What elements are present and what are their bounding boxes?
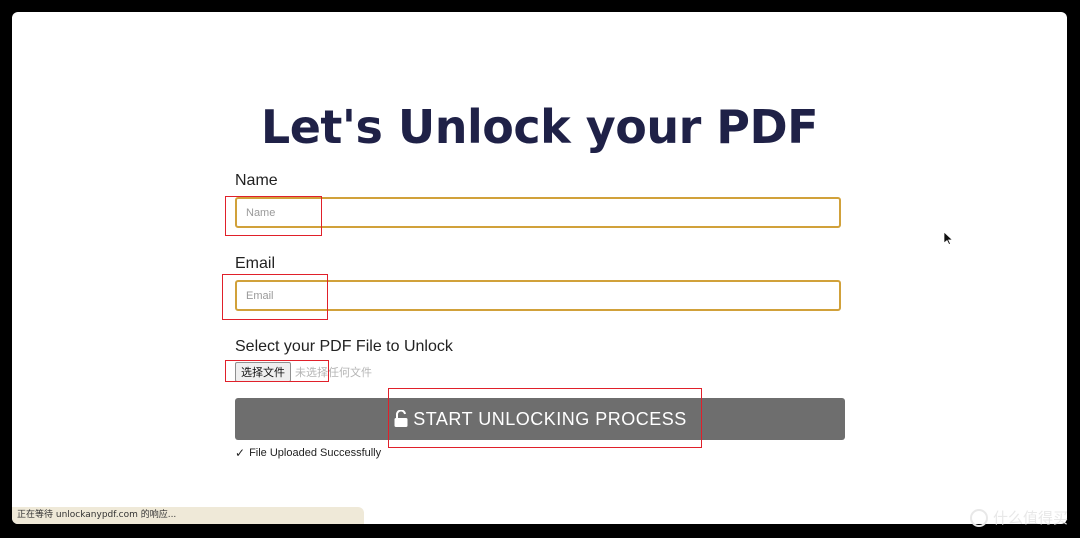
watermark-logo-icon (969, 508, 988, 527)
choose-file-button[interactable]: 选择文件 (235, 362, 291, 382)
watermark-text: 什么值得买 (992, 509, 1068, 527)
page-title: Let's Unlock your PDF (260, 100, 819, 154)
file-label: Select your PDF File to Unlock (235, 338, 453, 355)
browser-status-bar: 正在等待 unlockanypdf.com 的响应... (12, 507, 364, 524)
start-unlocking-label: START UNLOCKING PROCESS (413, 408, 687, 429)
upload-success-text: File Uploaded Successfully (249, 447, 382, 459)
file-status: 未选择任何文件 (295, 366, 372, 379)
watermark: 什么值得买 (969, 507, 1068, 528)
email-label: Email (235, 255, 276, 272)
upload-success-message: ✓ File Uploaded Successfully (235, 446, 381, 460)
check-icon: ✓ (235, 446, 246, 460)
mouse-cursor-icon (944, 232, 953, 245)
start-unlocking-button[interactable]: START UNLOCKING PROCESS (235, 398, 845, 440)
name-label: Name (235, 172, 278, 189)
browser-window: Let's Unlock your PDF Name Email Select … (12, 12, 1067, 524)
email-input[interactable] (235, 280, 841, 311)
unlock-icon (394, 410, 408, 427)
name-input[interactable] (235, 197, 841, 228)
file-picker: 选择文件 未选择任何文件 (235, 362, 372, 382)
